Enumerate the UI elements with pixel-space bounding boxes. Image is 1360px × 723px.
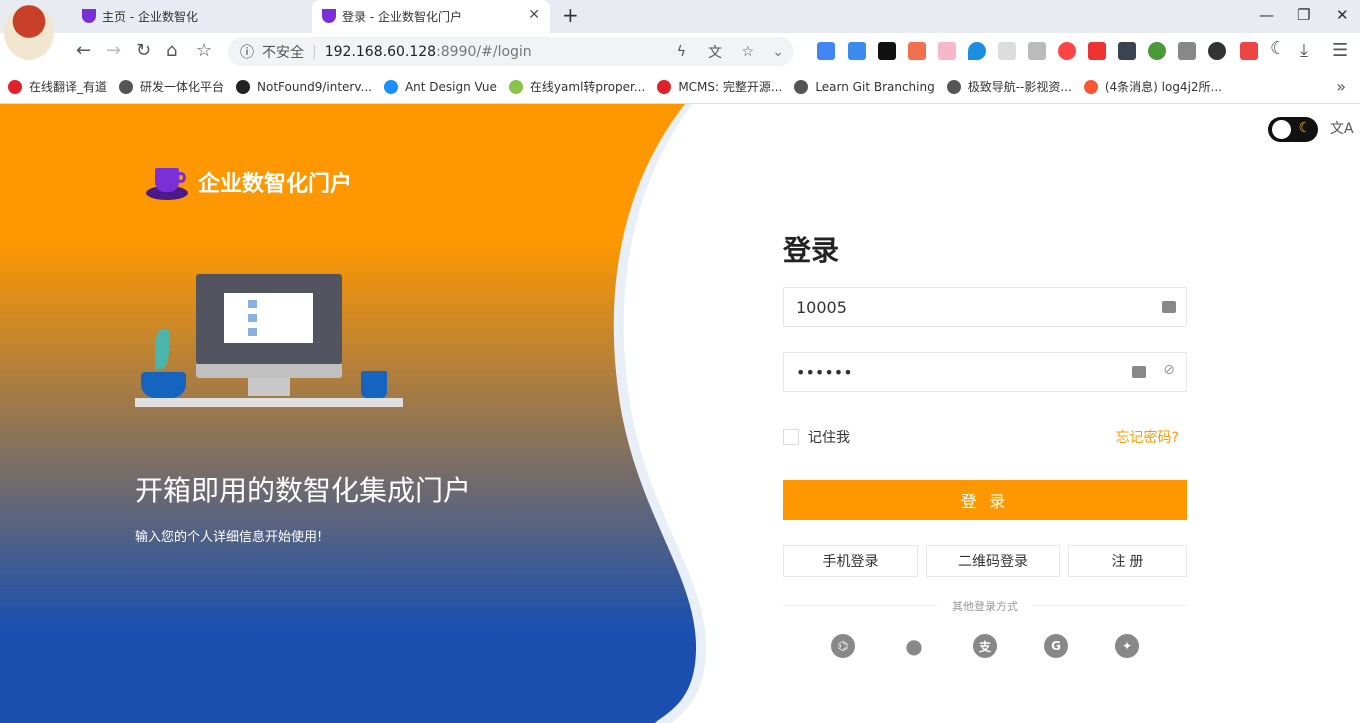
password-manager-icon[interactable] xyxy=(1162,301,1176,313)
info-icon[interactable]: ⓘ xyxy=(240,42,254,62)
moon-icon: ☾ xyxy=(1298,120,1311,136)
password-ext-icon[interactable] xyxy=(1118,42,1136,60)
cup-icon xyxy=(322,9,336,23)
restore-button[interactable]: ❐ xyxy=(1297,6,1310,24)
login-page: 企业数智化门户 开箱即用的数智化集成门户 输入您的个人详细信息开始使用! ☾ 文… xyxy=(0,104,1360,723)
password-input[interactable]: •••••• ⊘ xyxy=(783,352,1187,392)
lightning-icon[interactable]: ϟ xyxy=(677,44,686,60)
gitzip-ext-icon[interactable] xyxy=(998,42,1016,60)
ext-icon[interactable] xyxy=(1178,42,1196,60)
bookmark-item[interactable]: (4条消息) log4j2所... xyxy=(1083,78,1222,95)
remember-checkbox[interactable] xyxy=(783,429,799,445)
close-window-button[interactable]: ✕ xyxy=(1336,6,1349,24)
bookmark-favicon-icon xyxy=(383,79,398,94)
reload-button[interactable]: ↻ xyxy=(136,40,151,61)
cup-logo-icon xyxy=(146,162,188,202)
bookmark-item[interactable]: 在线翻译_有道 xyxy=(8,78,107,95)
browser-toolbar: ← → ↻ ⌂ ☆ ⓘ 不安全 | 192.168.60.128:8990/#/… xyxy=(0,33,1360,70)
bookmark-favicon-icon xyxy=(794,79,809,94)
bookmark-favicon-icon xyxy=(236,79,251,94)
tab-login[interactable]: 登录 - 企业数智化门户 ✕ xyxy=(312,0,550,33)
vpn-ext-icon[interactable] xyxy=(968,42,986,60)
download-icon[interactable]: ⤓ xyxy=(1300,40,1308,61)
bookmark-item[interactable]: Learn Git Branching xyxy=(794,79,935,94)
dark-mode-toggle[interactable]: ☾ xyxy=(1268,117,1318,142)
forgot-password-link[interactable]: 忘记密码? xyxy=(1116,427,1179,447)
chevron-down-icon[interactable]: ⌄ xyxy=(772,44,784,60)
translate-ext-icon[interactable] xyxy=(848,42,866,60)
translate-icon[interactable]: 文A xyxy=(1330,118,1354,138)
close-tab-icon[interactable]: ✕ xyxy=(528,7,540,23)
bookmark-item[interactable]: 极致导航--影视资... xyxy=(946,78,1072,95)
pdf-ext-icon[interactable] xyxy=(1240,42,1258,60)
home-button[interactable]: ⌂ xyxy=(166,40,177,61)
register-button[interactable]: 注 册 xyxy=(1068,545,1187,577)
hero-slogan: 开箱即用的数智化集成门户 xyxy=(135,474,472,507)
bookmark-item[interactable]: Ant Design Vue xyxy=(383,79,497,94)
password-manager-icon[interactable] xyxy=(1132,366,1146,378)
bookmark-favicon-icon xyxy=(8,79,22,94)
tab-bar: 主页 - 企业数智化 登录 - 企业数智化门户 ✕ + — ❐ ✕ xyxy=(0,0,1360,60)
bookmark-favicon-icon xyxy=(119,79,134,94)
profile-avatar[interactable] xyxy=(4,5,54,60)
forward-button[interactable]: → xyxy=(106,40,121,61)
menu-icon[interactable]: ☰ xyxy=(1332,40,1348,61)
remember-me[interactable]: 记住我 xyxy=(783,427,850,447)
more-bookmarks-button[interactable]: » xyxy=(1336,77,1346,96)
other-login-divider: 其他登录方式 xyxy=(783,598,1187,613)
bookmark-star-icon[interactable]: ☆ xyxy=(196,40,212,61)
sitemap-ext-icon[interactable] xyxy=(908,42,926,60)
github-icon[interactable]: ⌬ xyxy=(831,634,855,658)
brand-logo: 企业数智化门户 xyxy=(146,162,352,202)
back-button[interactable]: ← xyxy=(76,40,91,61)
wechat-icon[interactable]: ● xyxy=(902,634,926,658)
eye-off-icon[interactable]: ⊘ xyxy=(1163,362,1175,378)
bilibili-ext-icon[interactable] xyxy=(938,42,956,60)
star-icon[interactable]: ☆ xyxy=(741,44,754,60)
globe-ext-icon[interactable] xyxy=(1148,42,1166,60)
extension-icon[interactable] xyxy=(878,42,896,60)
google-translate-ext-icon[interactable] xyxy=(817,42,835,60)
bookmark-item[interactable]: MCMS: 完整开源... xyxy=(657,78,782,95)
infinity-ext-icon[interactable] xyxy=(1058,42,1076,60)
ext-icon[interactable] xyxy=(1208,42,1226,60)
phone-login-button[interactable]: 手机登录 xyxy=(783,545,918,577)
login-button[interactable]: 登 录 xyxy=(783,480,1187,520)
bookmarks-bar: 在线翻译_有道 研发一体化平台 NotFound9/interv... Ant Des… xyxy=(0,70,1360,104)
bookmark-item[interactable]: 在线yaml转proper... xyxy=(508,78,645,95)
bookmark-favicon-icon xyxy=(946,79,961,94)
new-tab-button[interactable]: + xyxy=(562,3,579,27)
vue-devtools-icon[interactable] xyxy=(1028,42,1046,60)
google-icon[interactable]: G xyxy=(1044,634,1068,658)
moon-icon[interactable]: ☾ xyxy=(1270,38,1286,59)
bookmark-item[interactable]: NotFound9/interv... xyxy=(236,79,372,94)
translate-page-icon[interactable]: 文 xyxy=(708,42,722,62)
address-bar[interactable]: ⓘ 不安全 | 192.168.60.128:8990/#/login ϟ 文 … xyxy=(228,37,794,66)
twitter-icon[interactable]: ✦ xyxy=(1115,634,1139,658)
alipay-icon[interactable]: 支 xyxy=(973,634,997,658)
bookmark-favicon-icon xyxy=(1083,79,1098,94)
bookmark-favicon-icon xyxy=(657,79,672,94)
qrcode-login-button[interactable]: 二维码登录 xyxy=(926,545,1060,577)
minimize-button[interactable]: — xyxy=(1259,6,1274,24)
hero-subtitle: 输入您的个人详细信息开始使用! xyxy=(135,530,323,545)
bookmark-favicon-icon xyxy=(508,79,523,94)
login-title: 登录 xyxy=(783,234,840,267)
desk-illustration xyxy=(135,274,403,414)
tab-home[interactable]: 主页 - 企业数智化 xyxy=(72,0,308,33)
bookmark-item[interactable]: 研发一体化平台 xyxy=(119,78,224,95)
fe-ext-icon[interactable] xyxy=(1088,42,1106,60)
username-input[interactable]: 10005 xyxy=(783,287,1187,327)
cup-icon xyxy=(82,9,96,23)
